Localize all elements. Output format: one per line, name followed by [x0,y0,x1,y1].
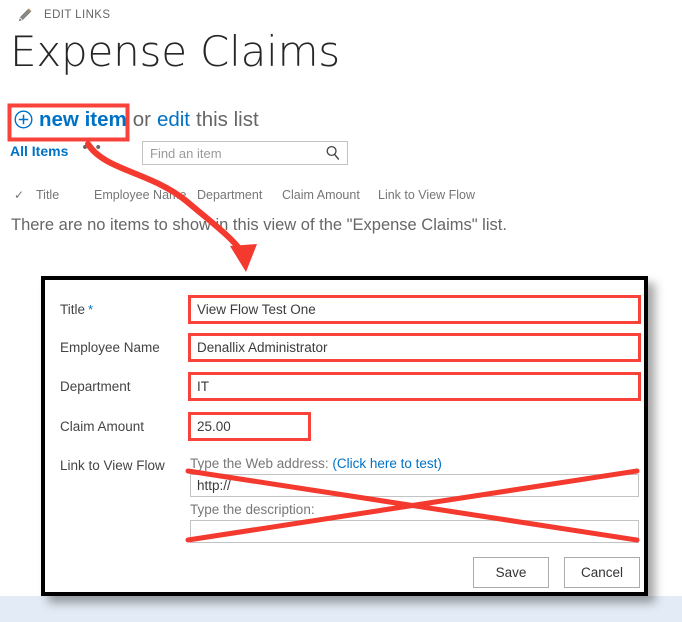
field-input-url[interactable]: http:// [190,474,639,497]
field-label-title: Title * [60,302,93,317]
view-selector-row: All Items ••• [10,143,102,159]
url-hint-row: Type the Web address: (Click here to tes… [190,456,442,471]
field-input-description[interactable] [190,520,639,543]
page-background-bottom-strip [0,596,682,622]
search-input[interactable] [143,145,324,162]
search-icon[interactable] [324,144,342,162]
field-label-employee-name: Employee Name [60,340,160,355]
page-title: Expense Claims [10,27,340,76]
empty-list-message: There are no items to show in this view … [11,216,507,235]
url-hint-label: Type the Web address: [190,456,329,471]
field-label-link-to-view-flow: Link to View Flow [60,458,165,473]
pencil-icon [17,7,33,23]
view-overflow-ellipsis-button[interactable]: ••• [82,144,102,152]
command-row: new item or edit this list [14,107,259,132]
check-icon: ✓ [14,188,36,202]
required-star-title: * [88,302,93,317]
click-here-to-test-link[interactable]: (Click here to test) [332,456,442,471]
new-item-link[interactable]: new item [39,108,127,132]
column-header-department[interactable]: Department [197,188,282,202]
new-item-form-dialog: Title * View Flow Test One Employee Name… [41,276,648,596]
edit-links-label: EDIT LINKS [44,9,110,21]
list-column-headers: ✓ Title Employee Name Department Claim A… [14,188,475,202]
this-list-label: this list [196,108,259,132]
edit-links-bar[interactable]: EDIT LINKS [17,7,110,23]
edit-list-link[interactable]: edit [157,108,190,132]
description-hint-label: Type the description: [190,502,315,517]
field-input-department[interactable]: IT [190,374,639,399]
field-label-department: Department [60,379,131,394]
field-label-claim-amount: Claim Amount [60,419,144,434]
field-input-title[interactable]: View Flow Test One [190,297,639,322]
save-button[interactable]: Save [473,557,549,588]
search-box[interactable] [142,141,348,165]
view-tab-all-items[interactable]: All Items [10,143,68,159]
field-input-employee-name[interactable]: Denallix Administrator [190,335,639,360]
column-header-claim-amount[interactable]: Claim Amount [282,188,378,202]
plus-circle-icon[interactable] [14,110,33,129]
column-header-employee-name[interactable]: Employee Name [94,188,197,202]
column-header-title[interactable]: Title [36,188,94,202]
column-header-link-to-view-flow[interactable]: Link to View Flow [378,188,475,202]
or-label: or [133,108,151,132]
field-input-claim-amount[interactable]: 25.00 [190,414,309,439]
cancel-button[interactable]: Cancel [564,557,640,588]
